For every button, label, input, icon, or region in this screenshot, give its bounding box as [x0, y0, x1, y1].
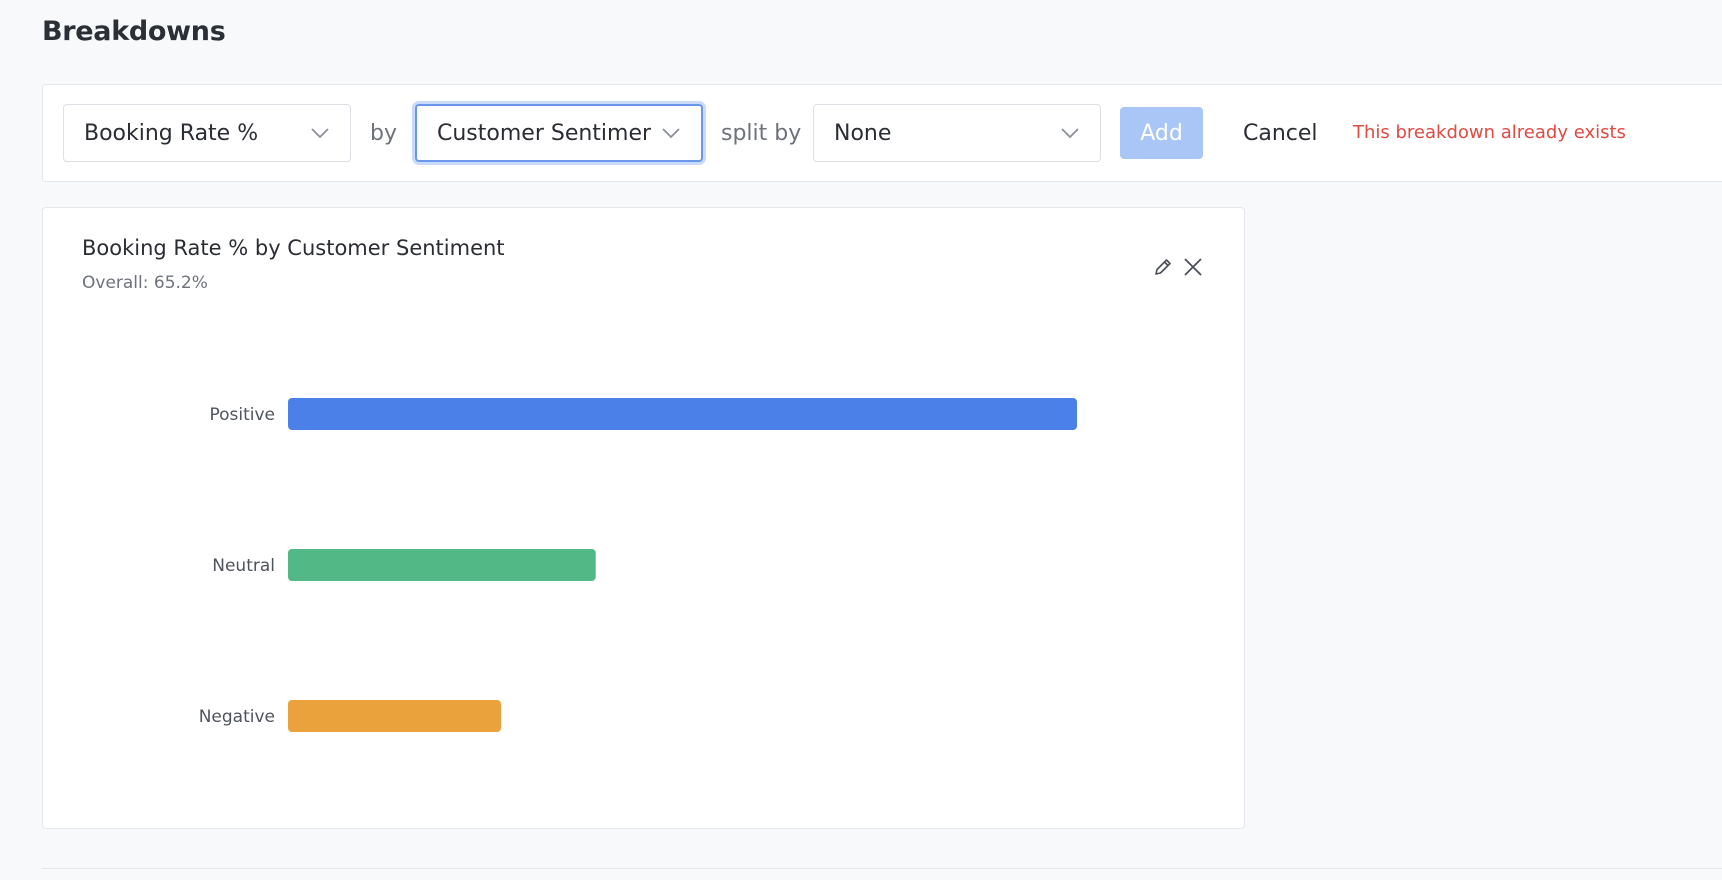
chevron-down-icon [311, 128, 329, 139]
bar-neutral [288, 549, 596, 581]
divider [42, 868, 1722, 869]
add-button[interactable]: Add [1120, 107, 1203, 159]
metric-select-value: Booking Rate % [84, 120, 259, 146]
split-select-value: None [834, 120, 892, 146]
dimension-select-value: Customer Sentiment [437, 120, 651, 146]
category-label-positive: Positive [209, 405, 275, 425]
bar-positive [288, 398, 1077, 430]
split-by-label: split by [721, 121, 802, 146]
bar-negative [288, 700, 502, 732]
page-title: Breakdowns [42, 16, 226, 47]
split-select[interactable]: None [813, 104, 1101, 162]
metric-select[interactable]: Booking Rate % [63, 104, 351, 162]
bar-chart: Positive Neutral Negative [199, 398, 1077, 732]
breakdown-card: Booking Rate % by Customer Sentiment Ove… [42, 207, 1245, 829]
chevron-down-icon [662, 128, 680, 139]
chevron-down-icon [1061, 128, 1079, 139]
category-label-negative: Negative [199, 707, 275, 727]
dimension-select[interactable]: Customer Sentiment [415, 104, 703, 162]
category-label-neutral: Neutral [212, 556, 275, 576]
error-message: This breakdown already exists [1353, 122, 1626, 143]
by-label: by [370, 121, 397, 146]
cancel-button[interactable]: Cancel [1233, 107, 1328, 159]
breakdown-toolbar: Booking Rate % by Customer Sentiment spl… [42, 84, 1722, 182]
